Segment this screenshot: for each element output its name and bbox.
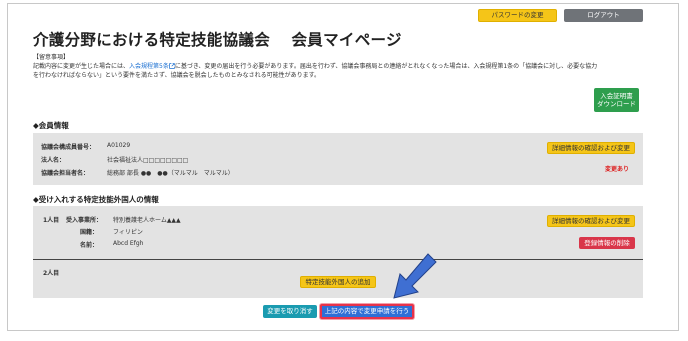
person1-detail-button[interactable]: 詳細情報の確認および変更 — [547, 215, 635, 227]
notice-line1-prefix: 記載内容に変更が生じた場合には、 — [33, 63, 130, 70]
bylaw-link-text: 入会規程第5条 — [129, 63, 169, 70]
certificate-button-line1: 入会証明書 — [600, 91, 633, 100]
contact-person-label: 協議会担当者名： — [41, 170, 90, 177]
notice-heading: 【留意事項】 — [33, 54, 70, 61]
foreign-info-heading: ◆受け入れする特定技能外国人の情報 — [33, 195, 159, 204]
nationality-value: フィリピン — [113, 229, 143, 236]
pointer-arrow-icon — [393, 253, 437, 299]
notice-line-2: を行わなければならない」という要件を満たさず、協議会を脱会したものとみなされる可… — [33, 72, 320, 79]
notice-line-1: 記載内容に変更が生じた場合には、入会規程第5条 に基づき、変更の届出を行う必要があ… — [33, 61, 597, 70]
person2-index: 2人目 — [43, 270, 60, 277]
corporation-name-value: 社会福祉法人□□□□□□□□ — [107, 157, 189, 164]
facility-label: 受入事業所： — [66, 217, 103, 224]
person-divider — [33, 259, 643, 260]
nationality-label: 国籍： — [80, 229, 99, 236]
member-info-heading: ◆会員情報 — [33, 121, 69, 130]
member-number-label: 協議会構成員番号： — [41, 144, 96, 151]
change-badge: 変更あり — [605, 166, 630, 173]
certificate-button-line2: ダウンロード — [597, 100, 636, 108]
person1-index: 1人目 — [43, 217, 60, 224]
name-label: 名前： — [80, 242, 99, 249]
change-password-button[interactable]: パスワードの変更 — [478, 9, 557, 22]
logout-button[interactable]: ログアウト — [564, 9, 643, 22]
page-title: 介護分野における特定技能協議会 会員マイページ — [33, 31, 402, 49]
person1-delete-button[interactable]: 登録情報の削除 — [579, 237, 635, 249]
contact-person-value: 総務部 部長 ●● ●●（マルマル マルマル） — [107, 170, 234, 177]
add-foreign-worker-button[interactable]: 特定技能外国人の追加 — [300, 276, 376, 288]
corporation-name-label: 法人名： — [41, 157, 66, 164]
submit-change-request-button[interactable]: 上記の内容で変更申請を行う — [320, 304, 414, 319]
notice-line1-suffix: に基づき、変更の届出を行う必要があります。届出を行わず、協議会事務局との連絡がと… — [174, 63, 598, 70]
bylaw-link[interactable]: 入会規程第5条 — [129, 63, 175, 70]
name-value: Abcd Efgh — [113, 240, 144, 247]
cancel-changes-button[interactable]: 変更を取り消す — [263, 305, 317, 318]
certificate-download-button[interactable]: 入会証明書 ダウンロード — [594, 88, 639, 112]
member-number-value: A01029 — [107, 142, 131, 149]
member-detail-button[interactable]: 詳細情報の確認および変更 — [547, 142, 635, 154]
facility-value: 特別養護老人ホーム▲▲▲ — [113, 217, 181, 224]
foreign-info-panel: 1人目 受入事業所： 特別養護老人ホーム▲▲▲ 国籍： フィリピン 名前： Ab… — [33, 206, 643, 298]
member-info-panel: 協議会構成員番号： A01029 法人名： 社会福祉法人□□□□□□□□ 協議会… — [33, 133, 643, 185]
